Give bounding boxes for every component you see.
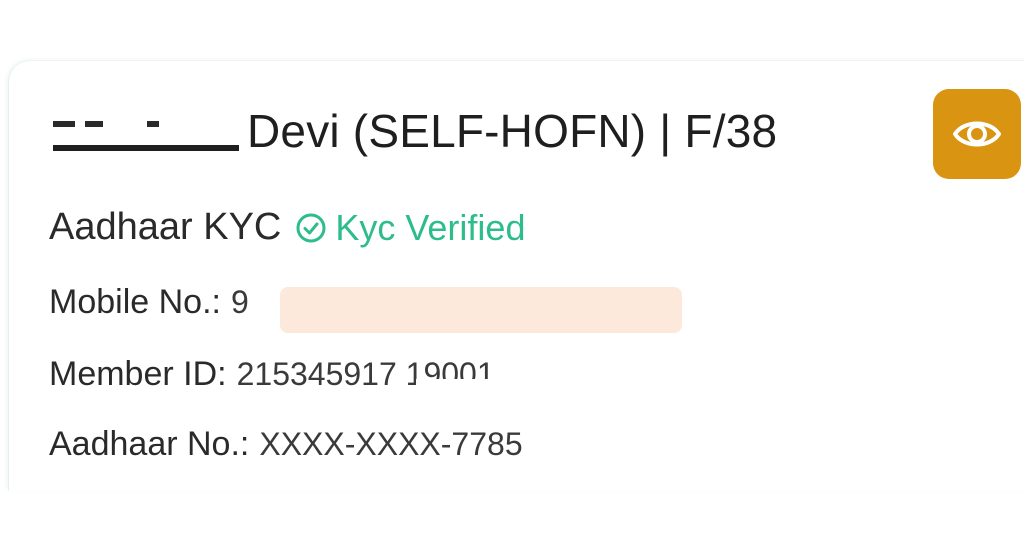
mobile-row: Mobile No.: 9: [49, 283, 249, 322]
name-redaction-area: [49, 111, 247, 151]
member-name-row: Devi (SELF-HOFN) | F/38: [49, 101, 777, 161]
kyc-label: Aadhaar KYC: [49, 206, 282, 248]
member-card: Devi (SELF-HOFN) | F/38 Aadhaar KYC Kyc …: [8, 60, 1024, 491]
check-circle-icon: [296, 213, 326, 242]
mobile-label: Mobile No.:: [49, 283, 221, 321]
member-id-redaction: [416, 379, 576, 397]
aadhaar-label: Aadhaar No.:: [49, 425, 250, 463]
kyc-status-badge: Kyc Verified: [295, 207, 525, 249]
kyc-row: Aadhaar KYC Kyc Verified: [49, 206, 525, 249]
mobile-value: 9: [230, 284, 249, 320]
kyc-status-text: Kyc Verified: [335, 206, 526, 248]
view-details-button[interactable]: [933, 89, 1021, 179]
member-name: Devi (SELF-HOFN) | F/38: [247, 105, 778, 157]
aadhaar-value: XXXX-XXXX-7785: [259, 426, 523, 462]
member-id-label: Member ID:: [49, 355, 227, 393]
aadhaar-row: Aadhaar No.: XXXX-XXXX-7785: [49, 425, 523, 464]
eye-icon: [953, 121, 1001, 147]
mobile-redaction: [280, 287, 682, 333]
